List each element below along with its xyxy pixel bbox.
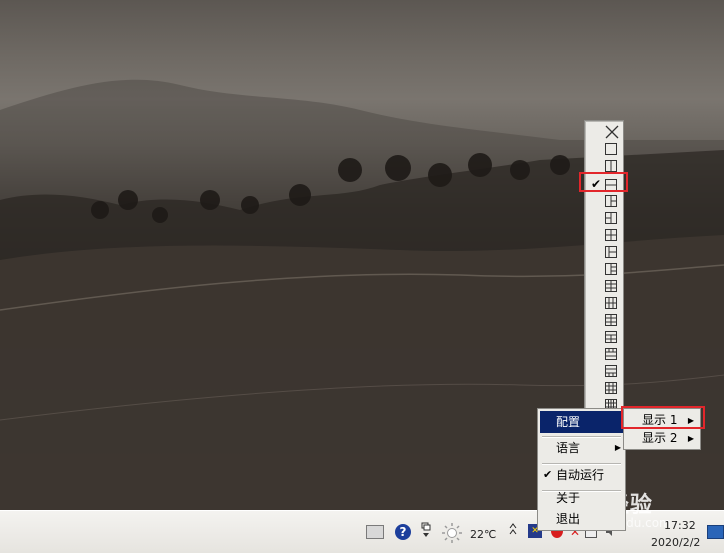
clock-time[interactable]: 17:32 — [664, 519, 696, 532]
menu-item-label: 自动运行 — [556, 468, 605, 482]
layout-single-icon[interactable] — [585, 140, 623, 158]
layout-split-3-b-icon[interactable] — [585, 209, 623, 227]
sun-icon[interactable] — [442, 523, 462, 543]
menu-item-config[interactable]: 配置 — [540, 411, 623, 433]
check-icon: ✔ — [543, 468, 553, 481]
menu-item-display-2[interactable]: 显示 2 ▶ — [626, 430, 698, 447]
layout-split-8-icon[interactable] — [585, 345, 623, 363]
menu-item-about[interactable]: 关于 — [540, 487, 623, 509]
layout-split-4-icon[interactable] — [585, 226, 623, 244]
layout-split-5-icon[interactable] — [585, 260, 623, 278]
menu-item-exit[interactable]: 退出 — [540, 508, 623, 530]
layout-menu: ✔ — [584, 120, 624, 431]
layout-split-4-b-icon[interactable] — [585, 243, 623, 261]
menu-item-label: 语言 — [556, 441, 581, 455]
temperature-label: 22℃ — [470, 528, 497, 541]
layout-highlight-box — [579, 172, 628, 192]
show-desktop-icon[interactable] — [707, 525, 724, 539]
layout-split-6-b-icon[interactable] — [585, 311, 623, 329]
layout-split-5-b-icon[interactable] — [585, 277, 623, 295]
clock-date[interactable]: 2020/2/2 — [651, 536, 700, 549]
layout-close-icon[interactable] — [585, 123, 623, 141]
display-highlight-box — [621, 406, 705, 429]
submenu-arrow-icon: ▶ — [687, 434, 694, 443]
layout-split-7-icon[interactable] — [585, 328, 623, 346]
tray-expand-icon[interactable] — [509, 522, 517, 541]
layout-split-9-icon[interactable] — [585, 362, 623, 380]
menu-item-label: 退出 — [556, 512, 581, 526]
window-switch-icon[interactable] — [420, 521, 432, 539]
menu-item-autorun[interactable]: ✔ 自动运行 — [540, 464, 623, 486]
submenu-arrow-icon: ▶ — [614, 443, 621, 452]
keyboard-icon[interactable] — [366, 525, 384, 539]
menu-item-label: 显示 2 — [642, 431, 678, 445]
layout-split-10-icon[interactable] — [585, 379, 623, 397]
context-menu: 配置 语言 ▶ ✔ 自动运行 关于 退出 — [537, 408, 626, 531]
menu-item-language[interactable]: 语言 ▶ — [540, 437, 623, 459]
help-icon[interactable]: ? — [395, 524, 411, 540]
menu-item-label: 关于 — [556, 491, 581, 505]
layout-split-6-icon[interactable] — [585, 294, 623, 312]
menu-item-label: 配置 — [556, 415, 581, 429]
layout-split-3-a-icon[interactable] — [585, 192, 623, 210]
